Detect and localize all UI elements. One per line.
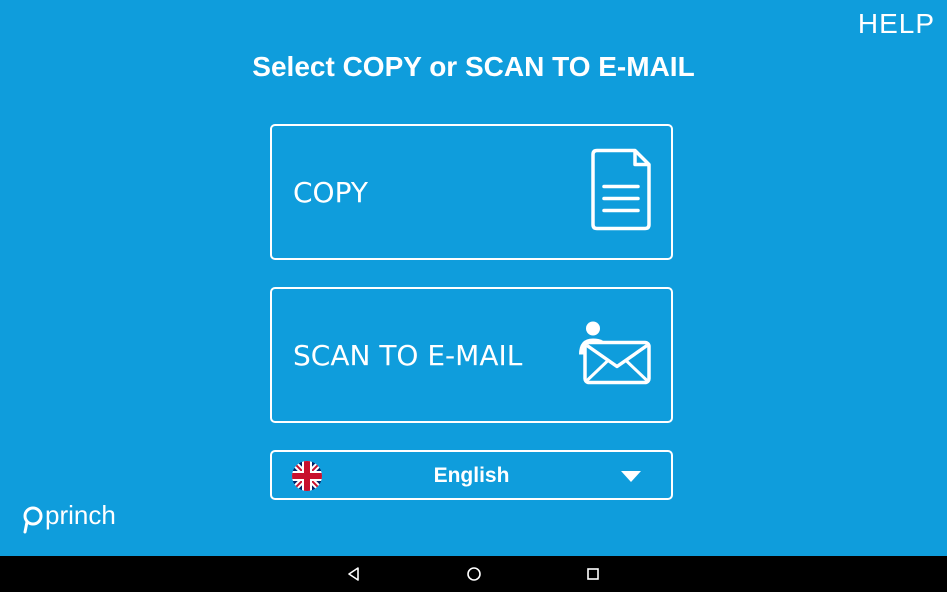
recent-apps-square-icon[interactable]: [583, 564, 603, 584]
copy-button[interactable]: COPY: [270, 124, 673, 260]
home-circle-icon[interactable]: [464, 564, 484, 584]
help-button[interactable]: HELP: [858, 8, 935, 40]
document-icon: [591, 148, 653, 236]
page-title: Select COPY or SCAN TO E-MAIL: [252, 51, 695, 82]
language-select[interactable]: English: [270, 450, 673, 500]
screen: HELP Select COPY or SCAN TO E-MAIL COPY …: [0, 0, 947, 592]
logo-text: princh: [45, 500, 116, 530]
android-nav-bar: [0, 556, 947, 592]
language-selected-value: English: [433, 464, 510, 487]
triangle-down-icon: [621, 470, 641, 488]
copy-label: COPY: [293, 175, 368, 209]
user-envelope-icon: [577, 319, 653, 392]
app-area: HELP Select COPY or SCAN TO E-MAIL COPY …: [0, 0, 947, 556]
princh-logo: princh: [22, 496, 122, 541]
scan-to-email-button[interactable]: SCAN TO E-MAIL: [270, 287, 673, 423]
scan-to-email-label: SCAN TO E-MAIL: [293, 338, 523, 372]
back-triangle-icon[interactable]: [344, 564, 364, 584]
